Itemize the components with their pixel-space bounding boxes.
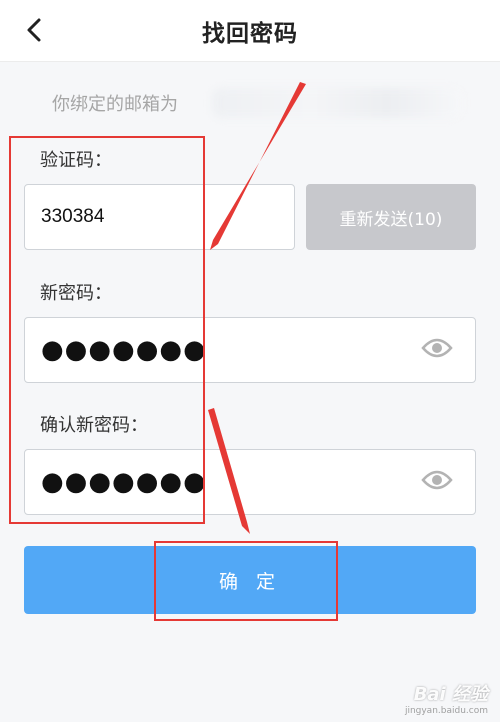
app-header: 找回密码: [0, 0, 500, 62]
confirm-button[interactable]: 确 定: [24, 546, 476, 614]
verify-code-value: 330384: [41, 206, 105, 227]
new-password-value: ●●●●●●●: [41, 335, 207, 365]
watermark: Bai 经验 jingyan.baidu.com: [405, 680, 488, 716]
confirm-password-label: 确认新密码：: [40, 415, 148, 436]
bound-email-value-blurred: [212, 88, 462, 118]
bound-email-label: 你绑定的邮箱为: [52, 94, 178, 115]
watermark-logo: Bai 经验: [413, 684, 488, 705]
page-title: 找回密码: [202, 21, 298, 47]
verify-code-label: 验证码：: [40, 150, 112, 171]
new-password-input[interactable]: ●●●●●●●: [24, 317, 476, 383]
resend-button[interactable]: 重新发送(10): [306, 184, 476, 250]
eye-icon[interactable]: [421, 470, 453, 494]
verify-code-input[interactable]: 330384: [24, 184, 295, 250]
watermark-url: jingyan.baidu.com: [404, 706, 488, 716]
new-password-label: 新密码：: [40, 283, 112, 304]
confirm-password-input[interactable]: ●●●●●●●: [24, 449, 476, 515]
eye-icon[interactable]: [421, 338, 453, 362]
confirm-password-value: ●●●●●●●: [41, 467, 207, 497]
